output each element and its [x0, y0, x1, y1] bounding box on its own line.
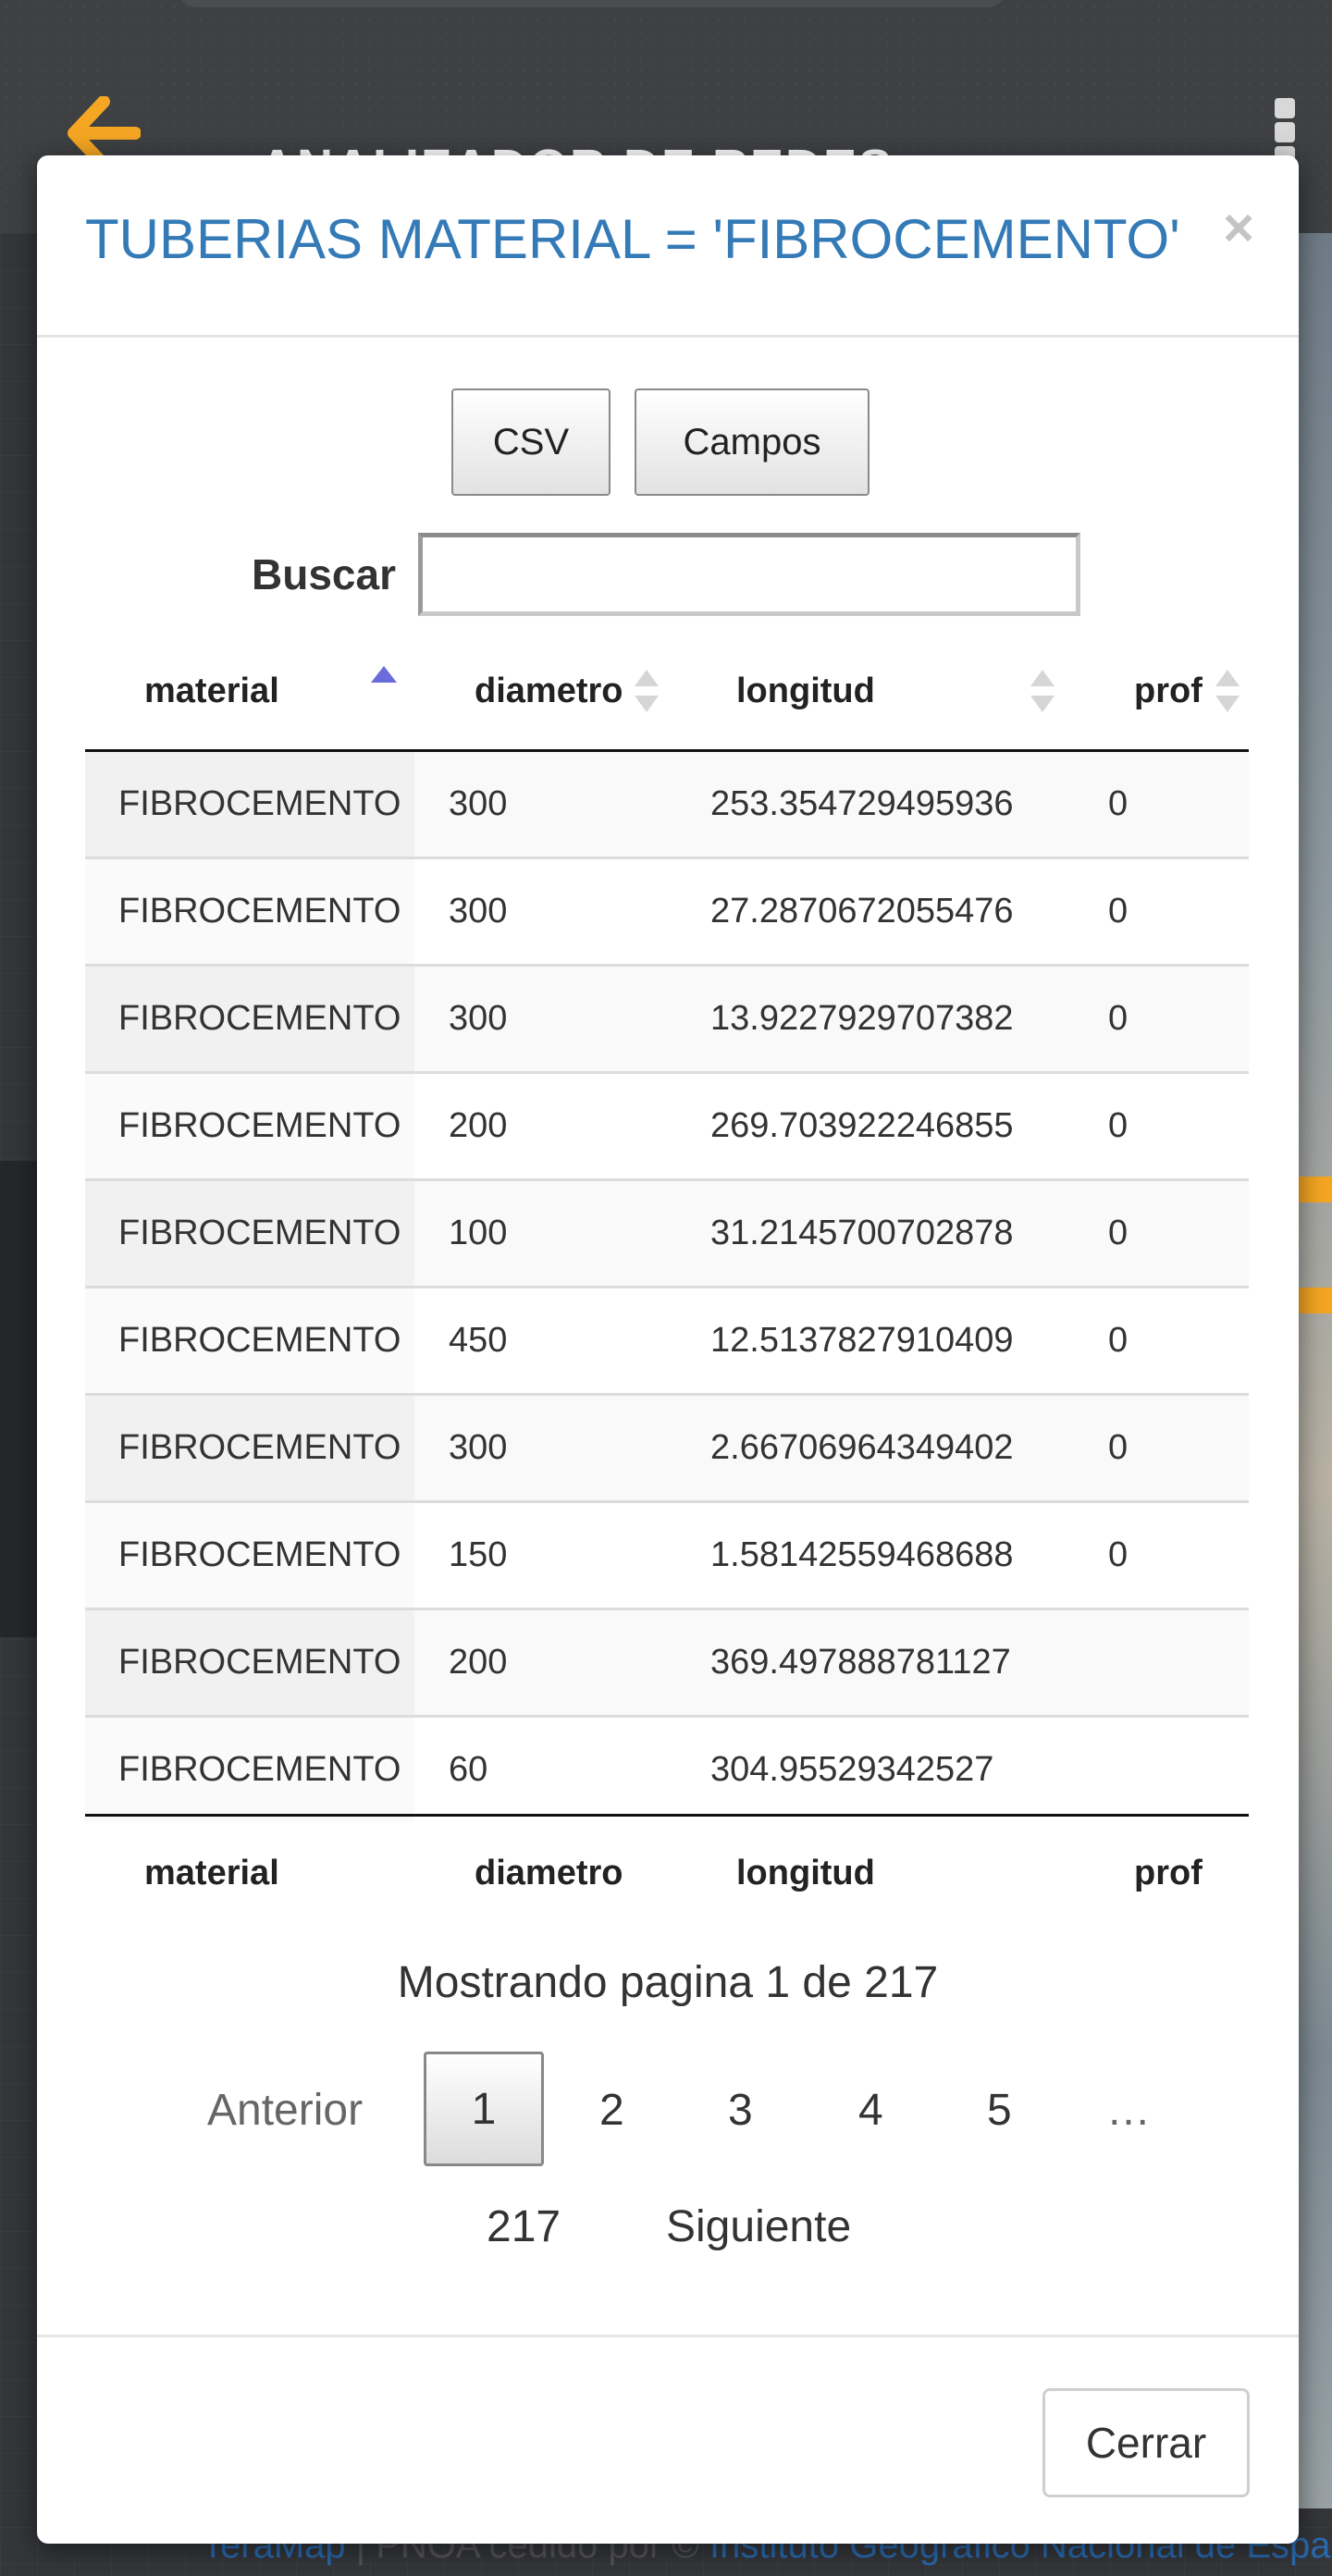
table-row[interactable]: FIBROCEMENTO 60 304.95529342527 — [85, 1718, 1249, 1822]
table-row[interactable]: FIBROCEMENTO 200 369.497888781127 — [85, 1610, 1249, 1718]
map-imagery — [1299, 233, 1332, 2508]
column-footer-longitud: longitud — [736, 1854, 875, 1892]
cell-longitud: 1.58142559468688 — [710, 1535, 1014, 1574]
modal-header: TUBERIAS MATERIAL = 'FIBROCEMENTO' × — [37, 155, 1299, 338]
cell-longitud: 253.354729495936 — [710, 784, 1014, 823]
search-input[interactable] — [418, 533, 1080, 616]
pagination-next[interactable]: Siguiente — [666, 2201, 851, 2252]
cell-longitud: 27.2870672055476 — [710, 892, 1014, 931]
cell-prof: 0 — [1108, 1321, 1128, 1360]
table-row[interactable]: FIBROCEMENTO 200 269.703922246855 0 — [85, 1074, 1249, 1181]
cell-prof: 0 — [1108, 892, 1128, 931]
csv-export-button[interactable]: CSV — [451, 388, 610, 496]
cell-longitud: 304.95529342527 — [710, 1750, 994, 1789]
column-header-diametro[interactable]: diametro — [475, 672, 623, 711]
column-footer-diametro: diametro — [475, 1854, 623, 1892]
pagination-page-last[interactable]: 217 — [487, 2201, 561, 2252]
table-row[interactable]: FIBROCEMENTO 100 31.2145700702878 0 — [85, 1181, 1249, 1288]
pagination-page[interactable]: 5 — [987, 2085, 1012, 2136]
cell-material: FIBROCEMENTO — [118, 1750, 401, 1789]
table-row[interactable]: FIBROCEMENTO 300 27.2870672055476 0 — [85, 859, 1249, 967]
cell-prof: 0 — [1108, 1428, 1128, 1467]
table-row[interactable]: FIBROCEMENTO 150 1.58142559468688 0 — [85, 1503, 1249, 1610]
cell-diametro: 300 — [449, 784, 508, 823]
cell-longitud: 12.5137827910409 — [710, 1321, 1014, 1360]
cell-diametro: 200 — [449, 1106, 508, 1145]
fields-button[interactable]: Campos — [635, 388, 870, 496]
close-icon[interactable]: × — [1223, 202, 1254, 255]
table-row[interactable]: FIBROCEMENTO 450 12.5137827910409 0 — [85, 1288, 1249, 1396]
map-road-marker — [1299, 1288, 1332, 1313]
results-modal: TUBERIAS MATERIAL = 'FIBROCEMENTO' × CSV… — [37, 155, 1299, 2544]
cell-prof: 0 — [1108, 1535, 1128, 1574]
pagination-previous[interactable]: Anterior — [207, 2085, 363, 2136]
cell-diametro: 300 — [449, 999, 508, 1038]
cell-diametro: 300 — [449, 892, 508, 931]
cell-diametro: 150 — [449, 1535, 508, 1574]
cell-material: FIBROCEMENTO — [118, 892, 401, 931]
pagination-page[interactable]: 4 — [858, 2085, 883, 2136]
search-label: Buscar — [252, 550, 396, 598]
pagination-page-current[interactable]: 1 — [424, 2052, 544, 2166]
sort-ascending-icon[interactable] — [370, 662, 398, 709]
column-footer-material: material — [144, 1854, 279, 1892]
table-row[interactable]: FIBROCEMENTO 300 13.9227929707382 0 — [85, 967, 1249, 1074]
cell-diametro: 200 — [449, 1643, 508, 1682]
cell-material: FIBROCEMENTO — [118, 1428, 401, 1467]
pagination-ellipsis: … — [1106, 2086, 1151, 2135]
modal-title: TUBERIAS MATERIAL = 'FIBROCEMENTO' — [85, 208, 1180, 270]
column-footer-prof: prof — [1134, 1854, 1202, 1892]
pagination-page[interactable]: 3 — [728, 2085, 753, 2136]
sort-both-icon[interactable] — [633, 668, 660, 714]
cell-material: FIBROCEMENTO — [118, 1214, 401, 1252]
table-footer-divider — [85, 1814, 1249, 1817]
cell-diametro: 450 — [449, 1321, 508, 1360]
cell-material: FIBROCEMENTO — [118, 1643, 401, 1682]
cell-prof: 0 — [1108, 1106, 1128, 1145]
app-search-bar[interactable] — [176, 0, 1008, 7]
cell-prof: 0 — [1108, 784, 1128, 823]
cell-longitud: 13.9227929707382 — [710, 999, 1014, 1038]
column-header-prof[interactable]: prof — [1134, 672, 1202, 711]
cell-diametro: 60 — [449, 1750, 488, 1789]
cell-material: FIBROCEMENTO — [118, 1321, 401, 1360]
cell-longitud: 269.703922246855 — [710, 1106, 1014, 1145]
table-row[interactable]: FIBROCEMENTO 300 2.66706964349402 0 — [85, 1396, 1249, 1503]
cell-longitud: 31.2145700702878 — [710, 1214, 1014, 1252]
map-road-marker — [1299, 1177, 1332, 1202]
close-button[interactable]: Cerrar — [1042, 2388, 1250, 2497]
pagination-info: Mostrando pagina 1 de 217 — [397, 1958, 939, 2007]
column-header-material[interactable]: material — [144, 672, 279, 711]
cell-material: FIBROCEMENTO — [118, 1106, 401, 1145]
column-header-longitud[interactable]: longitud — [736, 672, 875, 711]
pagination-page[interactable]: 2 — [599, 2085, 624, 2136]
cell-material: FIBROCEMENTO — [118, 999, 401, 1038]
cell-prof: 0 — [1108, 999, 1128, 1038]
cell-material: FIBROCEMENTO — [118, 784, 401, 823]
cell-material: FIBROCEMENTO — [118, 1535, 401, 1574]
table-row[interactable]: FIBROCEMENTO 300 253.354729495936 0 — [85, 752, 1249, 859]
cell-prof: 0 — [1108, 1214, 1128, 1252]
cell-longitud: 2.66706964349402 — [710, 1428, 1014, 1467]
cell-diametro: 100 — [449, 1214, 508, 1252]
cell-longitud: 369.497888781127 — [710, 1643, 1011, 1682]
sort-both-icon[interactable] — [1214, 668, 1241, 714]
cell-diametro: 300 — [449, 1428, 508, 1467]
sort-both-icon[interactable] — [1029, 668, 1056, 714]
map-panel-edge — [0, 1161, 37, 1637]
